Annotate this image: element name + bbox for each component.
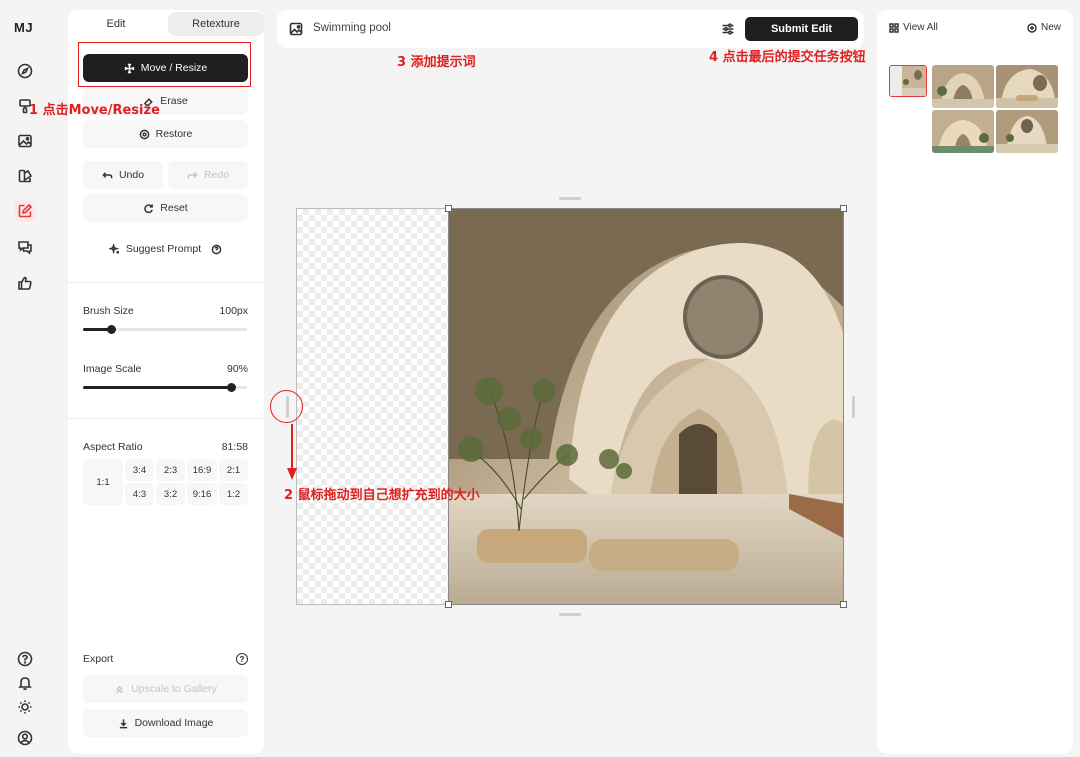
bell-icon[interactable]	[14, 672, 36, 694]
divider	[68, 282, 264, 283]
image-scale-value: 90%	[226, 363, 248, 375]
brush-size-knob[interactable]	[106, 325, 116, 334]
aspect-ratio-value: 81:58	[221, 441, 248, 453]
edit-icon[interactable]	[14, 200, 36, 222]
aspect-option-1-1[interactable]: 1:1	[83, 459, 123, 505]
resize-handle[interactable]	[445, 205, 452, 212]
download-image-button[interactable]: Download Image	[83, 709, 248, 737]
history-panel: View All New	[877, 10, 1073, 754]
image-scale-knob[interactable]	[226, 383, 236, 392]
aspect-option-4-3[interactable]: 4:3	[125, 483, 154, 505]
annotation-step-4: 4 点击最后的提交任务按钮	[709, 50, 866, 65]
image-icon[interactable]	[14, 130, 36, 152]
download-icon	[119, 718, 127, 728]
highlight-circle-drag	[270, 390, 303, 423]
brush-size-label: Brush Size	[83, 305, 134, 317]
annotation-step-1: 1 点击Move/Resize	[29, 103, 160, 118]
sparkle-icon	[108, 243, 120, 254]
new-button[interactable]: New	[1027, 22, 1061, 33]
thumbs-up-icon[interactable]	[14, 272, 36, 294]
aspect-ratio-label: Aspect Ratio	[83, 441, 143, 453]
restore-button[interactable]: Restore	[83, 120, 248, 148]
suggest-prompt-button[interactable]: Suggest Prompt	[83, 235, 248, 263]
annotation-step-3: 3 添加提示词	[397, 55, 476, 70]
new-label: New	[1040, 22, 1061, 33]
tab-retexture[interactable]: Retexture	[168, 12, 264, 36]
palette-icon[interactable]	[14, 165, 36, 187]
sliders-icon[interactable]	[721, 22, 735, 36]
chat-icon[interactable]	[14, 236, 36, 258]
tab-edit[interactable]: Edit	[68, 10, 164, 38]
undo-icon	[102, 171, 113, 178]
prompt-input[interactable]: Swimming pool	[313, 22, 391, 34]
app-logo: MJ	[14, 20, 34, 35]
submit-edit-button[interactable]: Submit Edit	[745, 17, 858, 41]
undo-label: Undo	[118, 169, 145, 181]
image-icon	[289, 22, 303, 36]
annotation-step-2: 2 鼠标拖动到自己想扩充到的大小	[284, 488, 480, 503]
upscale-icon	[116, 685, 123, 693]
reset-icon	[144, 203, 154, 213]
resize-handle[interactable]	[445, 601, 452, 608]
erase-label: Erase	[160, 95, 188, 107]
image-scale-label: Image Scale	[83, 363, 142, 375]
prompt-bar: Swimming pool Submit Edit	[277, 10, 864, 48]
sun-icon[interactable]	[14, 696, 36, 718]
download-label: Download Image	[134, 717, 214, 729]
redo-icon	[187, 171, 198, 178]
help-icon[interactable]	[14, 648, 36, 670]
edit-panel: Edit Retexture Move / Resize Erase Resto…	[68, 10, 264, 754]
help-icon	[211, 244, 222, 254]
resize-handle[interactable]	[840, 601, 847, 608]
top-resize-grip[interactable]	[559, 197, 581, 200]
undo-button[interactable]: Undo	[83, 161, 163, 189]
redo-label: Redo	[203, 169, 230, 181]
history-thumbnail[interactable]	[932, 65, 994, 108]
help-icon[interactable]: ?	[236, 653, 248, 665]
aspect-option-1-2[interactable]: 1:2	[219, 483, 248, 505]
restore-icon	[139, 129, 149, 139]
history-thumbnail-selected[interactable]	[889, 65, 927, 97]
view-all-label: View All	[903, 22, 938, 33]
resize-handle[interactable]	[840, 205, 847, 212]
brush-size-value: 100px	[219, 305, 248, 317]
edit-canvas[interactable]	[296, 205, 847, 608]
transparent-extension-area	[296, 208, 448, 605]
view-all-button[interactable]: View All	[889, 22, 938, 33]
aspect-option-2-1[interactable]: 2:1	[219, 459, 248, 481]
reset-label: Reset	[160, 202, 188, 214]
export-label: Export	[83, 653, 114, 665]
aspect-option-3-4[interactable]: 3:4	[125, 459, 154, 481]
arrow-down-icon	[287, 424, 297, 480]
divider	[68, 418, 264, 419]
panel-tabs: Edit Retexture	[68, 10, 264, 38]
restore-label: Restore	[155, 128, 193, 140]
upscale-to-gallery-button[interactable]: Upscale to Gallery	[83, 675, 248, 703]
right-resize-grip[interactable]	[852, 396, 855, 418]
aspect-option-3-2[interactable]: 3:2	[156, 483, 185, 505]
aspect-option-2-3[interactable]: 2:3	[156, 459, 185, 481]
brush-size-slider[interactable]	[83, 325, 247, 334]
bottom-resize-grip[interactable]	[559, 613, 581, 616]
aspect-option-16-9[interactable]: 16:9	[187, 459, 217, 481]
reset-button[interactable]: Reset	[83, 194, 248, 222]
aspect-ratio-grid: 1:1 3:4 2:3 16:9 2:1 4:3 3:2 9:16 1:2	[83, 459, 248, 505]
user-icon[interactable]	[14, 727, 36, 749]
history-thumbnail[interactable]	[996, 65, 1058, 108]
redo-button[interactable]: Redo	[168, 161, 248, 189]
aspect-option-9-16[interactable]: 9:16	[187, 483, 217, 505]
history-thumbnail[interactable]	[996, 110, 1058, 153]
history-thumbnail[interactable]	[932, 110, 994, 153]
highlight-box-move-resize	[78, 42, 251, 87]
plus-circle-icon	[1027, 22, 1037, 33]
suggest-prompt-label: Suggest Prompt	[125, 243, 202, 255]
image-scale-slider[interactable]	[83, 383, 247, 392]
upscale-label: Upscale to Gallery	[131, 683, 217, 695]
source-image	[448, 208, 844, 605]
compass-icon[interactable]	[14, 60, 36, 82]
grid-icon	[889, 22, 899, 33]
image-scale-fill	[83, 386, 231, 389]
